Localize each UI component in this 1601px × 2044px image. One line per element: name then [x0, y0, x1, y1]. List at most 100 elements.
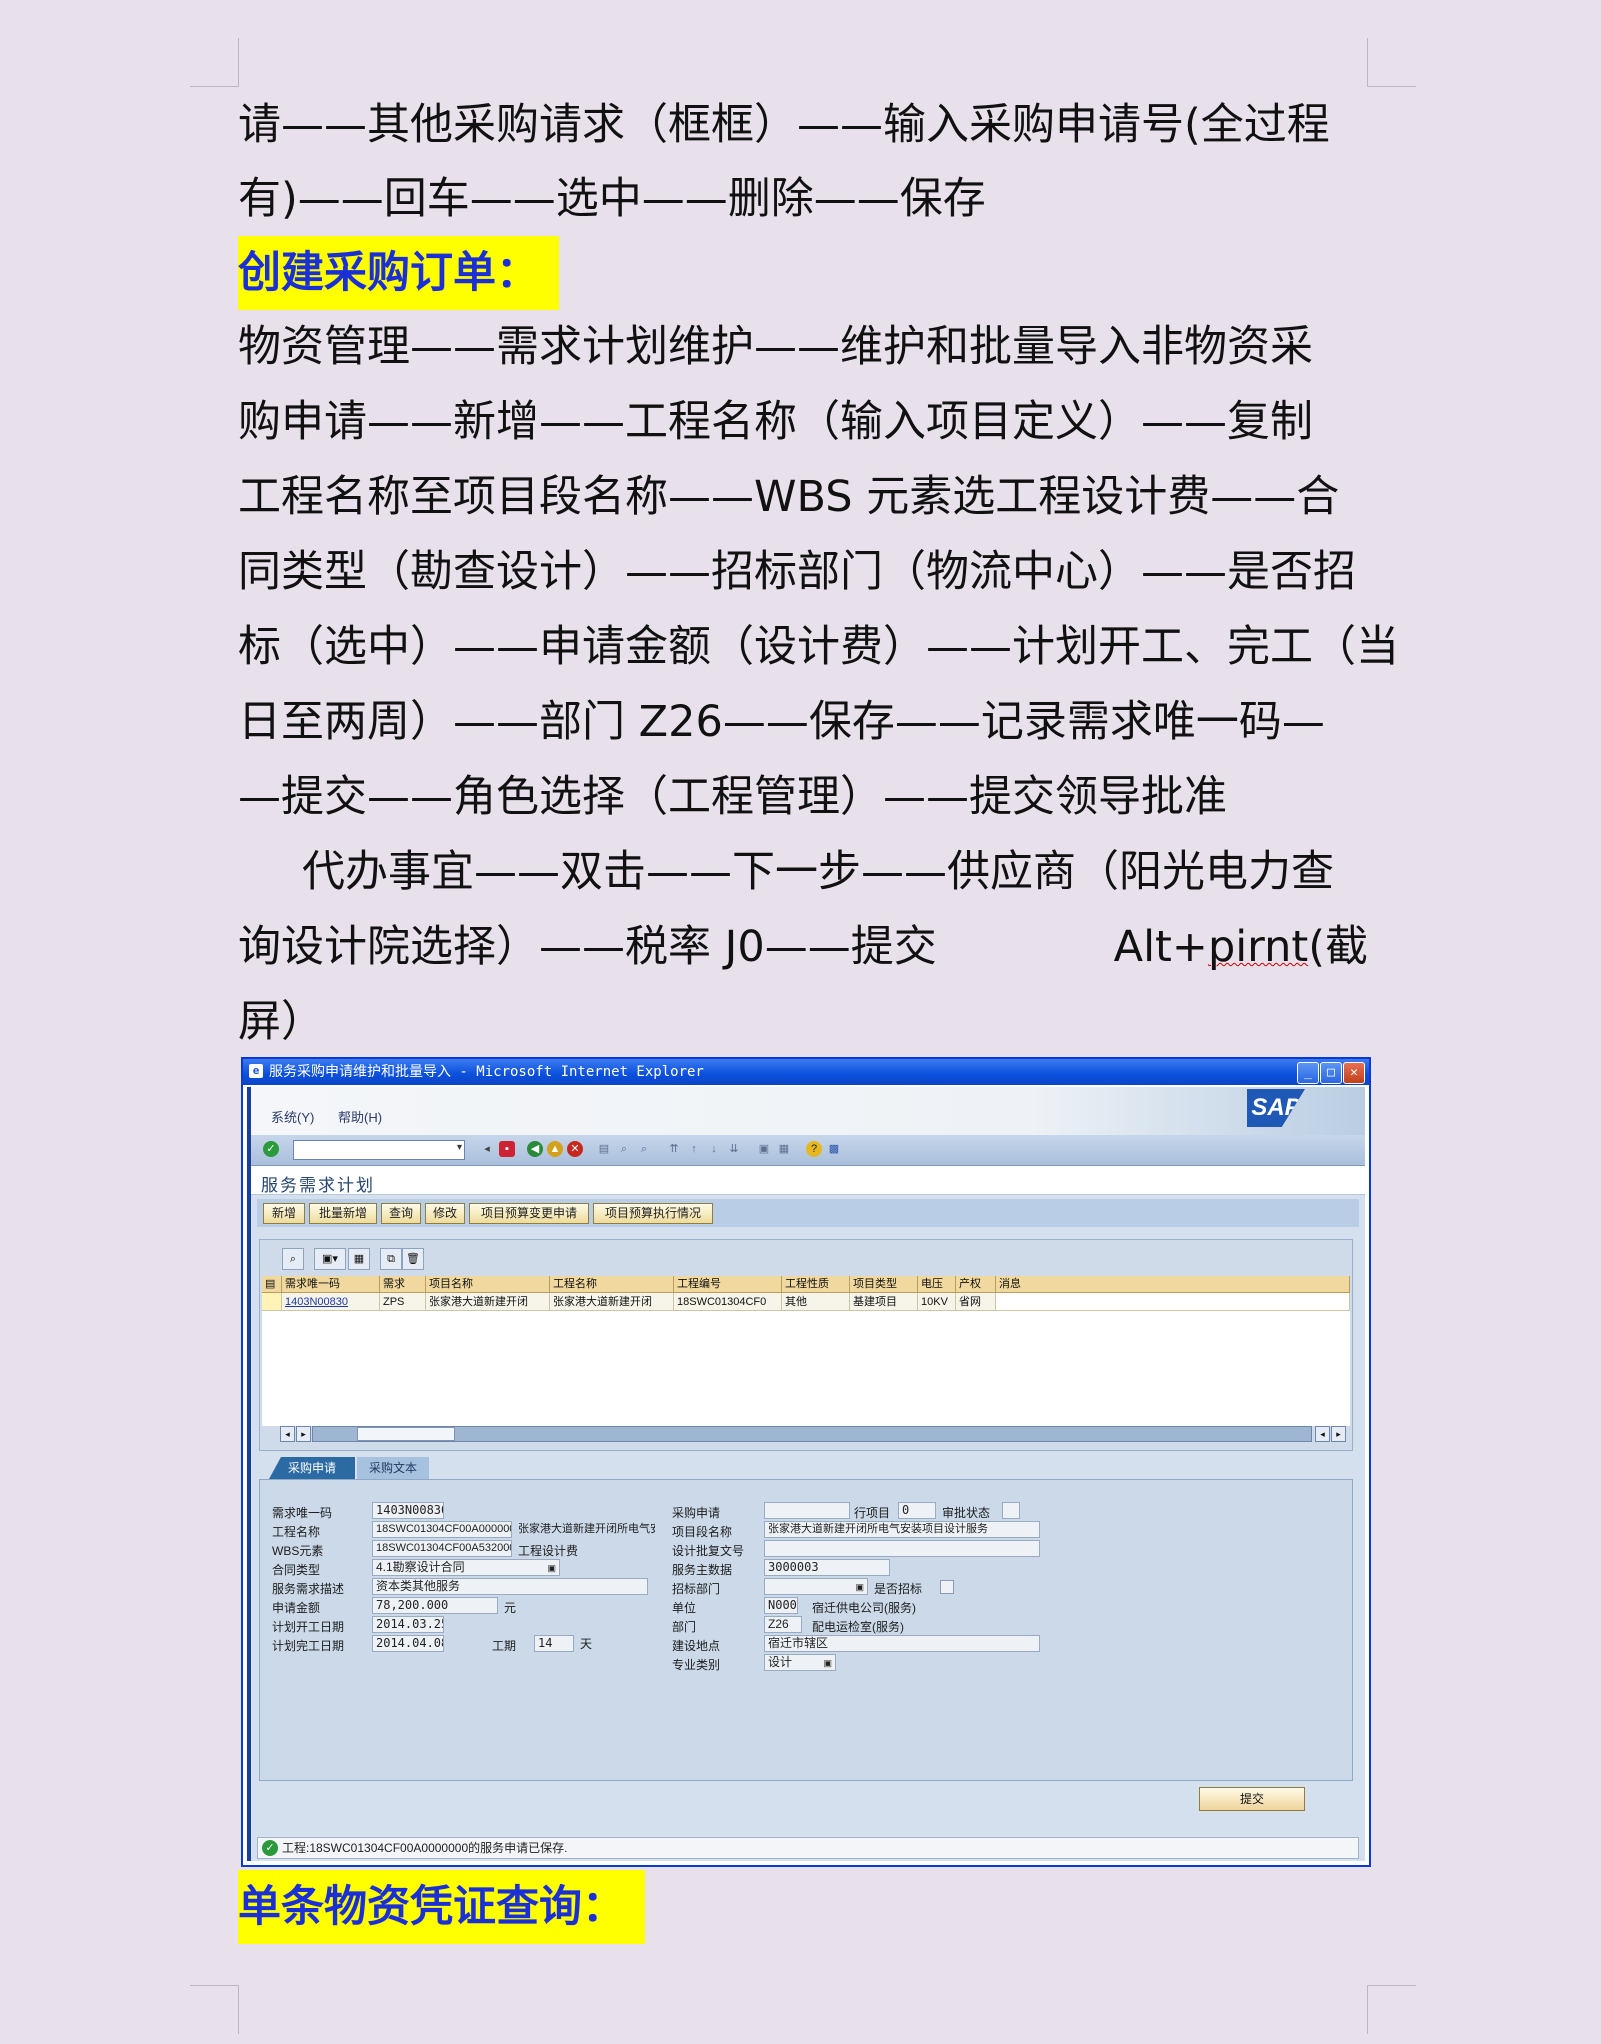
service-master-field[interactable]: 3000003 [764, 1559, 890, 1576]
menu-system[interactable]: 系统(Y) [271, 1107, 314, 1126]
print-icon[interactable]: ▤ [596, 1141, 612, 1157]
new-session-icon[interactable]: ▣ [756, 1141, 772, 1157]
copy-icon[interactable]: ⧉ [380, 1248, 402, 1270]
close-icon[interactable]: ✕ [1343, 1062, 1365, 1084]
budget-exec-button[interactable]: 项目预算执行情况 [593, 1203, 713, 1224]
scroll-left-end-icon[interactable]: ◂ [1315, 1426, 1330, 1442]
horizontal-scrollbar[interactable] [312, 1426, 1312, 1442]
col-header[interactable]: 消息 [996, 1276, 1350, 1293]
dept-name-text: 配电运检室(服务) [812, 1620, 904, 1634]
layout-icon[interactable]: ▩ [826, 1141, 842, 1157]
project-code-field[interactable]: 18SWC01304CF00A0000000 [372, 1521, 512, 1538]
window-titlebar: e 服务采购申请维护和批量导入 - Microsoft Internet Exp… [243, 1059, 1369, 1085]
find-next-icon[interactable]: ⌕ [636, 1141, 652, 1157]
dropdown-icon[interactable]: ▾ [457, 1142, 462, 1153]
enter-icon[interactable]: ✓ [263, 1141, 279, 1157]
delete-icon[interactable]: 🗑 [402, 1248, 424, 1270]
purchase-request-field[interactable] [764, 1502, 850, 1519]
site-field[interactable]: 宿迁市辖区 [764, 1635, 1040, 1652]
batch-add-button[interactable]: 批量新增 [309, 1203, 377, 1224]
wbs-name-text: 工程设计费 [518, 1544, 579, 1558]
col-header[interactable]: 项目类型 [850, 1276, 918, 1293]
find-icon[interactable]: ⌕ [616, 1141, 632, 1157]
contract-type-select[interactable]: 4.1勘察设计合同 ▣ [372, 1559, 560, 1576]
para-line: 同类型（勘查设计）——招标部门（物流中心）——是否招 [238, 547, 1356, 597]
table-icon[interactable]: ▦ [348, 1248, 370, 1270]
col-header[interactable]: 工程性质 [782, 1276, 850, 1293]
screen-title-bar: 服务需求计划 [251, 1166, 1365, 1196]
query-button[interactable]: 查询 [381, 1203, 421, 1224]
project-name-text: 张家港大道新建开闭所电气安装 [518, 1523, 655, 1535]
menu-help[interactable]: 帮助(H) [338, 1107, 382, 1126]
submit-button[interactable]: 提交 [1199, 1787, 1305, 1811]
crop-mark-bottom-right [1367, 1985, 1416, 2034]
segment-name-field[interactable]: 张家港大道新建开闭所电气安装项目设计服务 [764, 1521, 1040, 1538]
sap-frame: 系统(Y) 帮助(H) SAP ✓ ▾ ◂ ▪ ◀ ▲ ✕ ▤ ⌕ ⌕ ⇈ ↑ … [247, 1087, 1365, 1861]
grid-select-all-icon[interactable]: ▤ [262, 1276, 282, 1293]
menu-bar: 系统(Y) 帮助(H) SAP [251, 1087, 1365, 1135]
minimize-icon[interactable]: _ [1297, 1062, 1319, 1084]
export-icon[interactable]: ▣▾ [314, 1248, 346, 1270]
table-cell[interactable]: 1403N00830 [282, 1293, 380, 1311]
table-cell [996, 1293, 1350, 1311]
window-title: 服务采购申请维护和批量导入 - Microsoft Internet Explo… [269, 1064, 704, 1080]
row-selector[interactable] [262, 1293, 282, 1311]
field-label: 专业类别 [672, 1658, 721, 1672]
add-button[interactable]: 新增 [263, 1203, 305, 1224]
modify-button[interactable]: 修改 [425, 1203, 465, 1224]
screen-title: 服务需求计划 [261, 1176, 375, 1196]
scroll-right-end-icon[interactable]: ▸ [1331, 1426, 1346, 1442]
unit-code-field[interactable]: N000 [764, 1597, 798, 1614]
is-bid-checkbox[interactable] [940, 1580, 954, 1594]
item-field[interactable]: 0 [898, 1502, 936, 1519]
wbs-field[interactable]: 18SWC01304CF00A5320000 [372, 1540, 512, 1557]
command-field[interactable]: ▾ [293, 1140, 465, 1160]
col-header[interactable]: 工程编号 [674, 1276, 782, 1293]
demand-code-field[interactable]: 1403N00830 [372, 1502, 444, 1519]
details-icon[interactable]: ⌕ [282, 1248, 304, 1270]
tab-purchase-text[interactable]: 采购文本 [357, 1457, 429, 1479]
prev-page-icon[interactable]: ↑ [686, 1141, 702, 1157]
end-date-field[interactable]: 2014.04.08 [372, 1635, 444, 1652]
dropdown-icon[interactable]: ▣ [823, 1656, 832, 1670]
col-header[interactable]: 需求 [380, 1276, 426, 1293]
budget-change-button[interactable]: 项目预算变更申请 [469, 1203, 589, 1224]
shortcut-icon[interactable]: ▦ [776, 1141, 792, 1157]
para2-line-3: 屏） [238, 997, 324, 1047]
cancel-icon[interactable]: ✕ [567, 1141, 583, 1157]
scroll-right-icon[interactable]: ▸ [296, 1426, 311, 1442]
field-label: 单位 [672, 1601, 697, 1615]
dropdown-icon[interactable]: ▣ [855, 1580, 864, 1594]
col-header[interactable]: 需求唯一码 [282, 1276, 380, 1293]
dropdown-icon[interactable]: ▣ [547, 1561, 556, 1575]
approval-no-field[interactable] [764, 1540, 1040, 1557]
duration-field[interactable]: 14 [534, 1635, 574, 1652]
back-arrow-icon[interactable]: ◂ [479, 1141, 495, 1157]
col-header[interactable]: 产权 [956, 1276, 996, 1293]
scroll-left-icon[interactable]: ◂ [280, 1426, 295, 1442]
last-page-icon[interactable]: ⇊ [726, 1141, 742, 1157]
col-header[interactable]: 项目名称 [426, 1276, 550, 1293]
col-header[interactable]: 工程名称 [550, 1276, 674, 1293]
first-page-icon[interactable]: ⇈ [666, 1141, 682, 1157]
approval-status-field[interactable] [1002, 1502, 1020, 1519]
col-header[interactable]: 电压 [918, 1276, 956, 1293]
service-desc-field[interactable]: 资本类其他服务 [372, 1578, 648, 1595]
save-icon[interactable]: ▪ [499, 1141, 515, 1157]
para-line: 日至两周）——部门 Z26——保存——记录需求唯一码— [238, 697, 1325, 747]
category-select[interactable]: 设计 ▣ [764, 1654, 836, 1671]
exit-icon[interactable]: ▲ [547, 1141, 563, 1157]
para-line: 标（选中）——申请金额（设计费）——计划开工、完工（当 [238, 622, 1399, 672]
amount-field[interactable]: 78,200.000 [372, 1597, 498, 1614]
scroll-thumb[interactable] [357, 1427, 455, 1441]
field-label: 行项目 [854, 1506, 891, 1520]
bid-dept-select[interactable]: ▣ [764, 1578, 868, 1595]
maximize-icon[interactable]: □ [1320, 1062, 1342, 1084]
back-icon[interactable]: ◀ [527, 1141, 543, 1157]
next-page-icon[interactable]: ↓ [706, 1141, 722, 1157]
tab-purchase-request[interactable]: 采购申请 [269, 1457, 355, 1479]
dept-code-field[interactable]: Z26 [764, 1616, 802, 1633]
help-icon[interactable]: ? [806, 1141, 822, 1157]
start-date-field[interactable]: 2014.03.25 [372, 1616, 444, 1633]
ie-icon: e [249, 1064, 263, 1078]
